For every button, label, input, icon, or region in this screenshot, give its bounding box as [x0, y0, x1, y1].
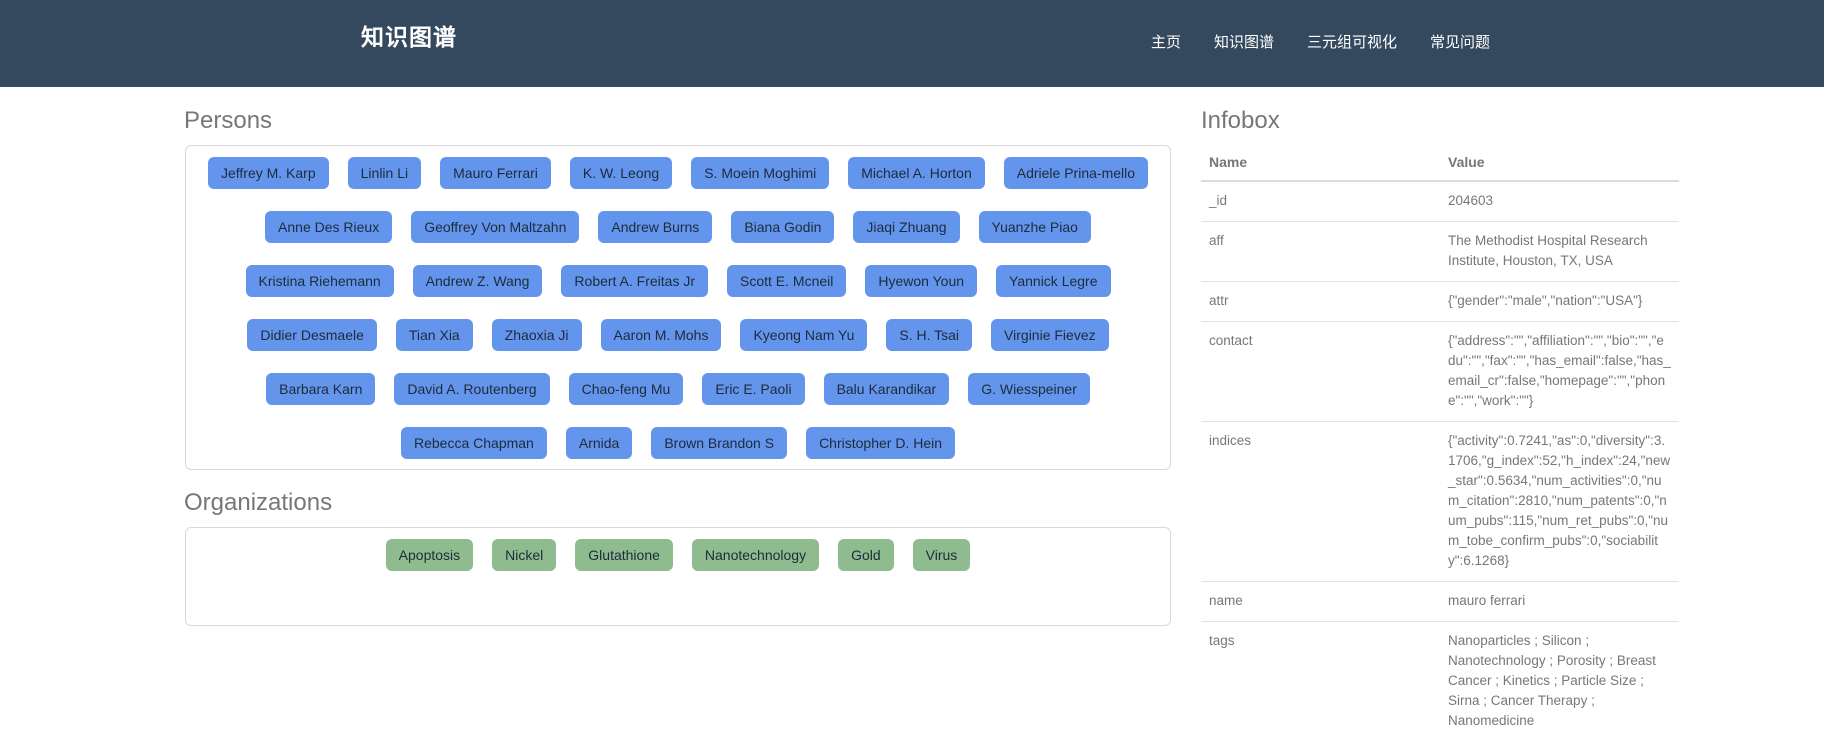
nav-menu: 主页 知识图谱 三元组可视化 常见问题	[1151, 31, 1523, 53]
person-chip[interactable]: Eric E. Paoli	[702, 373, 804, 405]
infobox-value: 204603	[1440, 181, 1679, 222]
person-chip[interactable]: Scott E. Mcneil	[727, 265, 846, 297]
person-chip[interactable]: Robert A. Freitas Jr	[561, 265, 708, 297]
person-chip-row: Rebecca Chapman Arnida Brown Brandon S Chri…	[186, 416, 1170, 470]
person-chip[interactable]: S. Moein Moghimi	[691, 157, 829, 189]
person-chip[interactable]: Brown Brandon S	[651, 427, 787, 459]
person-chip[interactable]: Mauro Ferrari	[440, 157, 551, 189]
person-chip-row: Kristina Riehemann Andrew Z. Wang Robert A…	[186, 254, 1170, 308]
person-chip[interactable]: Anne Des Rieux	[265, 211, 392, 243]
infobox-row: indices{"activity":0.7241,"as":0,"divers…	[1201, 422, 1679, 582]
infobox-header-row: Name Value	[1201, 144, 1679, 181]
organization-chip[interactable]: Virus	[913, 539, 971, 571]
person-chip[interactable]: Biana Godin	[731, 211, 834, 243]
organization-chip[interactable]: Nanotechnology	[692, 539, 819, 571]
infobox-header-name: Name	[1201, 144, 1440, 181]
person-chip[interactable]: Yannick Legre	[996, 265, 1110, 297]
infobox-row: namemauro ferrari	[1201, 582, 1679, 622]
person-chip[interactable]: Barbara Karn	[266, 373, 375, 405]
organization-chip[interactable]: Glutathione	[575, 539, 673, 571]
person-chip[interactable]: Virginie Fievez	[991, 319, 1109, 351]
infobox-row: _id204603	[1201, 181, 1679, 222]
infobox-header-value: Value	[1440, 144, 1679, 181]
person-chip[interactable]: Yuanzhe Piao	[979, 211, 1091, 243]
person-chip[interactable]: Jiaqi Zhuang	[853, 211, 959, 243]
infobox-key: _id	[1201, 181, 1440, 222]
person-chip[interactable]: David A. Routenberg	[394, 373, 549, 405]
infobox-key: indices	[1201, 422, 1440, 582]
person-chip[interactable]: Jeffrey M. Karp	[208, 157, 329, 189]
infobox-table: Name Value _id204603affThe Methodist Hos…	[1201, 144, 1679, 741]
infobox-row: attr{"gender":"male","nation":"USA"}	[1201, 282, 1679, 322]
nav-link-home[interactable]: 主页	[1151, 31, 1181, 53]
person-chip[interactable]: Tian Xia	[396, 319, 473, 351]
person-chip[interactable]: K. W. Leong	[570, 157, 672, 189]
infobox-value: mauro ferrari	[1440, 582, 1679, 622]
infobox-key: contact	[1201, 322, 1440, 422]
nav-link-triple-visualization[interactable]: 三元组可视化	[1307, 31, 1397, 53]
person-chip[interactable]: S. H. Tsai	[886, 319, 972, 351]
organization-chip-row: Apoptosis Nickel Glutathione Nanotechnology…	[186, 528, 1170, 582]
persons-heading: Persons	[184, 106, 272, 136]
person-chip[interactable]: Andrew Burns	[598, 211, 712, 243]
infobox-key: name	[1201, 582, 1440, 622]
person-chip[interactable]: Geoffrey Von Maltzahn	[411, 211, 579, 243]
infobox-value: {"address":"","affiliation":"","bio":"",…	[1440, 322, 1679, 422]
person-chip[interactable]: Didier Desmaele	[247, 319, 376, 351]
persons-panel: Jeffrey M. Karp Linlin Li Mauro Ferrari K. …	[185, 145, 1171, 470]
person-chip-row: Anne Des Rieux Geoffrey Von Maltzahn Andre…	[186, 200, 1170, 254]
person-chip[interactable]: Aaron M. Mohs	[601, 319, 722, 351]
infobox-heading: Infobox	[1201, 106, 1280, 136]
infobox-value: Nanoparticles ; Silicon ; Nanotechnology…	[1440, 622, 1679, 741]
person-chip[interactable]: Kristina Riehemann	[246, 265, 394, 297]
brand-title[interactable]: 知识图谱	[361, 22, 457, 54]
person-chip[interactable]: Kyeong Nam Yu	[740, 319, 867, 351]
person-chip-row: Barbara Karn David A. Routenberg Chao-feng…	[186, 362, 1170, 416]
person-chip[interactable]: Chao-feng Mu	[569, 373, 684, 405]
person-chip[interactable]: Linlin Li	[348, 157, 421, 189]
infobox-row: contact{"address":"","affiliation":"","b…	[1201, 322, 1679, 422]
person-chip[interactable]: Arnida	[566, 427, 632, 459]
top-navbar: 知识图谱 主页 知识图谱 三元组可视化 常见问题	[0, 0, 1824, 87]
organization-chip[interactable]: Nickel	[492, 539, 556, 571]
person-chip[interactable]: Christopher D. Hein	[806, 427, 955, 459]
infobox-row: affThe Methodist Hospital Research Insti…	[1201, 222, 1679, 282]
infobox-key: tags	[1201, 622, 1440, 741]
person-chip[interactable]: Hyewon Youn	[865, 265, 977, 297]
person-chip[interactable]: Balu Karandikar	[824, 373, 950, 405]
organizations-heading: Organizations	[184, 488, 332, 518]
person-chip[interactable]: Andrew Z. Wang	[413, 265, 543, 297]
infobox-key: aff	[1201, 222, 1440, 282]
person-chip[interactable]: Michael A. Horton	[848, 157, 985, 189]
infobox-value: The Methodist Hospital Research Institut…	[1440, 222, 1679, 282]
nav-link-knowledge-graph[interactable]: 知识图谱	[1214, 31, 1274, 53]
infobox-value: {"gender":"male","nation":"USA"}	[1440, 282, 1679, 322]
person-chip[interactable]: Adriele Prina-mello	[1004, 157, 1148, 189]
infobox-key: attr	[1201, 282, 1440, 322]
organizations-panel: Apoptosis Nickel Glutathione Nanotechnology…	[185, 527, 1171, 626]
infobox-value: {"activity":0.7241,"as":0,"diversity":3.…	[1440, 422, 1679, 582]
person-chip-row: Jeffrey M. Karp Linlin Li Mauro Ferrari K. …	[186, 146, 1170, 200]
person-chip[interactable]: Rebecca Chapman	[401, 427, 547, 459]
person-chip[interactable]: Zhaoxia Ji	[492, 319, 582, 351]
organization-chip[interactable]: Apoptosis	[386, 539, 473, 571]
organization-chip[interactable]: Gold	[838, 539, 894, 571]
nav-link-faq[interactable]: 常见问题	[1430, 31, 1490, 53]
person-chip-row: Didier Desmaele Tian Xia Zhaoxia Ji Aaron M…	[186, 308, 1170, 362]
person-chip[interactable]: G. Wiesspeiner	[968, 373, 1090, 405]
infobox-row: tagsNanoparticles ; Silicon ; Nanotechno…	[1201, 622, 1679, 741]
